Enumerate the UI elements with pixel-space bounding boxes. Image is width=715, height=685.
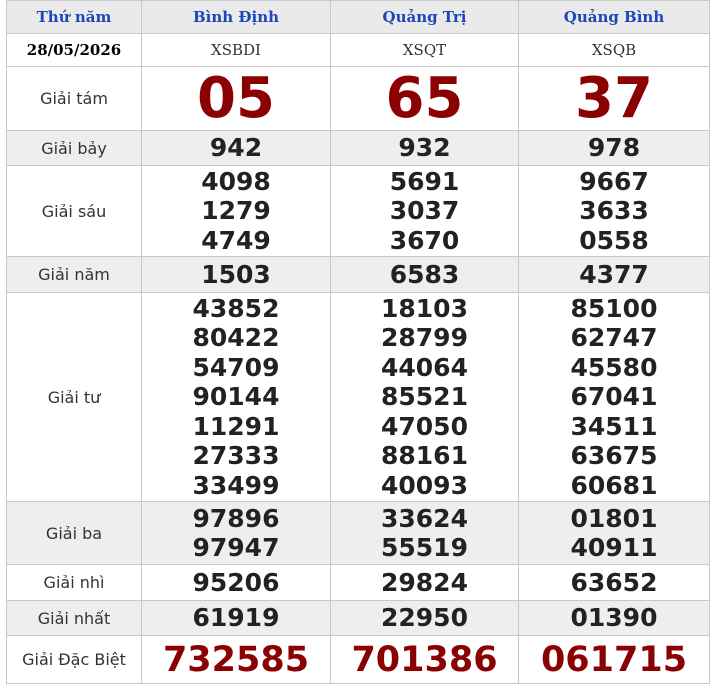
prize-label: Giải tư	[6, 292, 142, 502]
prize-number: 22950	[330, 600, 519, 636]
prize-row-1: Giải nhất 61919 22950 01390	[6, 600, 710, 636]
prize-number: 60681	[570, 470, 658, 500]
prize-number: 0558	[579, 225, 649, 255]
prize-row-special: Giải Đặc Biệt 732585 701386 061715	[6, 635, 710, 684]
special-prize-number: 701386	[330, 635, 519, 684]
prize-number: 67041	[570, 382, 658, 412]
prize-cell: 9667 3633 0558	[518, 165, 710, 257]
prize-number: 18103	[381, 293, 468, 323]
prize-cell: 85100 62747 45580 67041 34511 63675 6068…	[518, 292, 710, 502]
prize-number: 1279	[201, 196, 271, 226]
special-prize-number: 061715	[518, 635, 710, 684]
prize-number: 55519	[381, 533, 468, 562]
special-prize-number: 732585	[141, 635, 331, 684]
prize-number: 88161	[381, 441, 468, 471]
prize-number: 97896	[192, 503, 280, 533]
province-quang-tri[interactable]: Quảng Trị	[330, 0, 519, 34]
prize-number: 85100	[570, 293, 658, 323]
prize-row-4: Giải tư 43852 80422 54709 90144 11291 27…	[6, 292, 710, 502]
province-quang-binh[interactable]: Quảng Bình	[518, 0, 710, 34]
prize-row-8: Giải tám 05 65 37	[6, 66, 710, 131]
code-binh-dinh: XSBDI	[141, 33, 331, 67]
prize-number: 65	[330, 66, 519, 131]
prize-number: 43852	[192, 293, 280, 323]
prize-number: 33499	[192, 470, 280, 500]
prize-number: 80422	[192, 323, 280, 353]
prize-number: 63652	[518, 564, 710, 601]
prize-number: 63675	[570, 441, 658, 471]
prize-cell: 01801 40911	[518, 501, 710, 565]
prize-label: Giải tám	[6, 66, 142, 131]
prize-cell: 5691 3037 3670	[330, 165, 519, 257]
prize-number: 05	[141, 66, 331, 131]
prize-label: Giải bảy	[6, 130, 142, 166]
prize-number: 29824	[330, 564, 519, 601]
prize-number: 932	[330, 130, 519, 166]
prize-number: 44064	[381, 352, 468, 382]
prize-number: 9667	[579, 166, 649, 196]
prize-label: Giải ba	[6, 501, 142, 565]
day-label: Thứ năm	[6, 0, 142, 34]
prize-label: Giải nhì	[6, 564, 142, 601]
prize-number: 62747	[570, 323, 658, 353]
prize-cell: 18103 28799 44064 85521 47050 88161 4009…	[330, 292, 519, 502]
code-quang-tri: XSQT	[330, 33, 519, 67]
prize-cell: 4098 1279 4749	[141, 165, 331, 257]
prize-number: 47050	[381, 411, 468, 441]
prize-label: Giải sáu	[6, 165, 142, 257]
prize-number: 3037	[389, 196, 460, 226]
prize-number: 3633	[579, 196, 649, 226]
draw-date[interactable]: 28/05/2026	[6, 33, 142, 67]
prize-number: 3670	[389, 225, 460, 255]
prize-number: 6583	[330, 256, 519, 293]
prize-number: 01801	[570, 503, 658, 533]
prize-row-7: Giải bảy 942 932 978	[6, 130, 710, 166]
prize-number: 5691	[389, 166, 460, 196]
prize-number: 40911	[570, 533, 658, 562]
prize-number: 85521	[381, 382, 468, 412]
prize-number: 33624	[381, 503, 468, 533]
prize-number: 34511	[570, 411, 658, 441]
header-row: Thứ năm Bình Định Quảng Trị Quảng Bình	[6, 0, 710, 34]
prize-number: 978	[518, 130, 710, 166]
prize-row-2: Giải nhì 95206 29824 63652	[6, 564, 710, 601]
prize-cell: 43852 80422 54709 90144 11291 27333 3349…	[141, 292, 331, 502]
prize-number: 27333	[192, 441, 280, 471]
prize-label: Giải năm	[6, 256, 142, 293]
prize-number: 37	[518, 66, 710, 131]
prize-number: 1503	[141, 256, 331, 293]
prize-number: 01390	[518, 600, 710, 636]
prize-row-6: Giải sáu 4098 1279 4749 5691 3037 3670 9…	[6, 165, 710, 257]
prize-number: 11291	[192, 411, 280, 441]
prize-number: 28799	[381, 323, 468, 353]
prize-label: Giải nhất	[6, 600, 142, 636]
subheader-row: 28/05/2026 XSBDI XSQT XSQB	[6, 33, 710, 67]
prize-number: 942	[141, 130, 331, 166]
prize-number: 4098	[201, 166, 271, 196]
prize-number: 4749	[201, 225, 271, 255]
prize-row-5: Giải năm 1503 6583 4377	[6, 256, 710, 293]
lottery-results-table: Thứ năm Bình Định Quảng Trị Quảng Bình 2…	[6, 0, 710, 684]
prize-number: 40093	[381, 470, 468, 500]
prize-number: 90144	[192, 382, 280, 412]
prize-number: 45580	[570, 352, 658, 382]
prize-cell: 33624 55519	[330, 501, 519, 565]
prize-label: Giải Đặc Biệt	[6, 635, 142, 684]
prize-number: 95206	[141, 564, 331, 601]
prize-number: 97947	[192, 533, 280, 562]
prize-row-3: Giải ba 97896 97947 33624 55519 01801 40…	[6, 501, 710, 565]
prize-number: 54709	[192, 352, 280, 382]
prize-number: 4377	[518, 256, 710, 293]
prize-cell: 97896 97947	[141, 501, 331, 565]
code-quang-binh: XSQB	[518, 33, 710, 67]
province-binh-dinh[interactable]: Bình Định	[141, 0, 331, 34]
prize-number: 61919	[141, 600, 331, 636]
